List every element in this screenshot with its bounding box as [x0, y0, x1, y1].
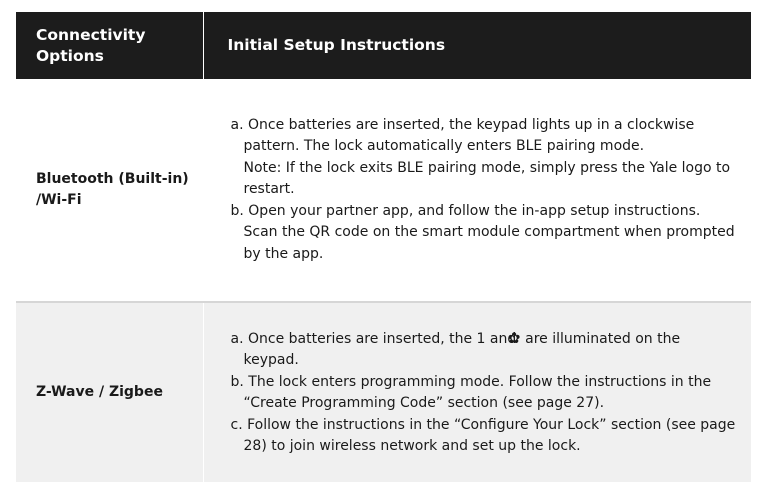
instruction-item: c. Follow the instructions in the “Confi…	[230, 416, 736, 455]
instruction-item: a. Once batteries are inserted, the 1 an…	[230, 328, 681, 369]
table-header-row: Connectivity Options Initial Setup Instr…	[16, 12, 751, 79]
option-zwave-zigbee: Z-Wave / Zigbee	[16, 301, 204, 482]
instructions-bluetooth-wifi: a. Once batteries are inserted, the keyp…	[203, 79, 751, 302]
instruction-item: a. Once batteries are inserted, the keyp…	[230, 116, 695, 155]
header-connectivity-options: Connectivity Options	[16, 12, 204, 79]
header-initial-setup-instructions: Initial Setup Instructions	[227, 36, 446, 54]
instruction-item: b. Open your partner app, and follow the…	[230, 202, 735, 262]
option-bluetooth-wifi: Bluetooth (Built-in) /Wi-Fi	[16, 79, 204, 302]
instructions-zwave-zigbee: a. Once batteries are inserted, the 1 an…	[203, 301, 751, 482]
table-row: Bluetooth (Built-in) /Wi-Fi a. Once batt…	[16, 79, 751, 302]
instruction-text: a. Once batteries are inserted, the 1 an…	[230, 330, 517, 347]
table-row: Z-Wave / Zigbee a. Once batteries are in…	[16, 301, 751, 482]
instruction-item: b. The lock enters programming mode. Fol…	[230, 373, 712, 412]
setup-table: Connectivity Options Initial Setup Instr…	[16, 12, 751, 482]
instruction-note: Note: If the lock exits BLE pairing mode…	[243, 159, 731, 198]
